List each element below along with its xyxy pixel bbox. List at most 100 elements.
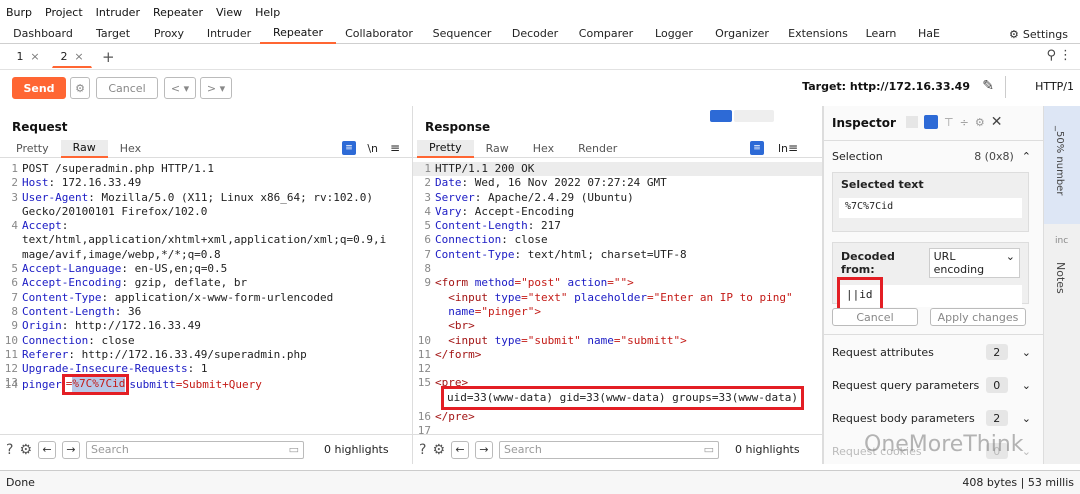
newline-toggle[interactable]: \n <box>367 142 378 155</box>
tab-raw[interactable]: Raw <box>474 140 521 158</box>
ln-toggle[interactable]: ln <box>778 142 788 155</box>
header-value: Gecko/20100101 Firefox/102.0 <box>22 204 208 218</box>
edit-target-pencil-icon[interactable]: ✎ <box>982 78 994 94</box>
tab-learn[interactable]: Learn <box>856 24 906 44</box>
header-name: Connection <box>22 333 89 347</box>
section-request-attributes[interactable]: Request attributes 2 ⌄ <box>832 344 1031 360</box>
help-icon[interactable]: ? <box>6 442 13 458</box>
request-body[interactable]: 14 pinger = %7C%7Cid submitt =Submit+Query <box>0 374 412 395</box>
apply-changes-button[interactable]: Apply changes <box>930 308 1026 326</box>
menu-intruder[interactable]: Intruder <box>96 6 140 19</box>
tab-hae[interactable]: HaE <box>906 24 952 44</box>
repeater-tab-bar: 1 × 2 × + ⚲ ⋮ <box>0 44 1080 70</box>
decoding-select[interactable]: URL encoding ⌄ <box>928 248 1020 278</box>
tab-hex[interactable]: Hex <box>108 140 153 158</box>
tab-raw[interactable]: Raw <box>60 139 108 158</box>
chevron-up-icon[interactable]: ⌃ <box>1022 150 1031 163</box>
cancel-button[interactable]: Cancel <box>832 308 918 326</box>
settings-button[interactable]: ⚙ Settings <box>1009 24 1068 44</box>
wrap-toggle-icon[interactable]: ≡ <box>342 141 356 155</box>
layout-icon[interactable] <box>906 116 918 128</box>
close-icon[interactable]: × <box>30 50 39 63</box>
repeater-tab-2[interactable]: 2 × <box>52 46 92 68</box>
tab-target[interactable]: Target <box>86 24 140 44</box>
section-label: Request body parameters <box>832 411 975 425</box>
layout-stacked-icon[interactable] <box>734 110 774 122</box>
line-number: 3 <box>424 190 431 204</box>
align-top-icon[interactable]: ⊤ <box>944 116 954 129</box>
search-icon[interactable]: ⚲ <box>1046 48 1056 63</box>
send-options-gear-icon[interactable]: ⚙ <box>70 77 90 99</box>
menu-icon[interactable]: ≡ <box>788 141 798 155</box>
search-settings-gear-icon[interactable]: ⚙ <box>432 442 445 458</box>
request-search-bar: ? ⚙ ← → Search ▭ 0 highlights <box>0 434 412 464</box>
sidebar-notes-tab[interactable]: Notes <box>1054 262 1067 294</box>
code-line: text/html,application/xhtml+xml,applicat… <box>0 233 412 247</box>
header-name: Accept-Encoding <box>22 276 122 290</box>
align-middle-icon[interactable]: ÷ <box>960 116 969 129</box>
next-match-button[interactable]: → <box>62 440 80 459</box>
menu-help[interactable]: Help <box>255 6 280 19</box>
menu-burp[interactable]: Burp <box>6 6 32 19</box>
tab-dashboard[interactable]: Dashboard <box>0 24 86 44</box>
tab-render[interactable]: Render <box>566 140 629 158</box>
selected-text-value[interactable]: %7C%7Cid <box>839 198 1022 218</box>
tab-sequencer[interactable]: Sequencer <box>422 24 502 44</box>
search-input[interactable]: Search ▭ <box>86 440 304 459</box>
add-tab-icon[interactable]: + <box>102 48 115 66</box>
close-icon[interactable]: ✕ <box>991 114 1003 130</box>
tab-logger[interactable]: Logger <box>644 24 704 44</box>
command-output-highlight[interactable]: uid=33(www-data) gid=33(www-data) groups… <box>441 385 804 411</box>
highlighted-payload[interactable]: = %7C%7Cid <box>61 374 130 395</box>
tab-decoder[interactable]: Decoder <box>502 24 568 44</box>
layout-toggle[interactable] <box>710 110 774 122</box>
tab-extensions[interactable]: Extensions <box>780 24 856 44</box>
next-match-button[interactable]: → <box>475 440 493 459</box>
menu-icon[interactable]: ≡ <box>390 141 400 155</box>
header-name: Content-Type <box>22 290 102 304</box>
search-settings-gear-icon[interactable]: ⚙ <box>19 442 32 458</box>
send-button[interactable]: Send <box>12 77 66 99</box>
menu-repeater[interactable]: Repeater <box>153 6 203 19</box>
more-icon[interactable]: ⋮ <box>1059 48 1072 63</box>
layout-active-icon[interactable] <box>924 115 938 129</box>
line-number: 1 <box>424 162 431 175</box>
cancel-button[interactable]: Cancel <box>96 77 158 99</box>
tab-comparer[interactable]: Comparer <box>568 24 644 44</box>
history-back-button[interactable]: < ▾ <box>164 77 196 99</box>
tab-organizer[interactable]: Organizer <box>704 24 780 44</box>
tab-proxy[interactable]: Proxy <box>140 24 198 44</box>
clear-search-icon[interactable]: ▭ <box>704 443 714 456</box>
watermark: OneMoreThink <box>864 432 1024 457</box>
response-editor[interactable]: 1 HTTP/1.1 200 OK 2 Date: Wed, 16 Nov 2022 … <box>413 162 822 439</box>
request-editor[interactable]: 1 POST /superadmin.php HTTP/1.1 2 Host: 172… <box>0 162 412 391</box>
tab-repeater[interactable]: Repeater <box>260 24 336 44</box>
search-input[interactable]: Search ▭ <box>499 440 719 459</box>
header-value: : Wed, 16 Nov 2022 07:27:24 GMT <box>461 176 667 190</box>
sidebar-number-tab[interactable]: _50% number <box>1054 126 1065 195</box>
clear-search-icon[interactable]: ▭ <box>289 443 299 456</box>
section-request-query-parameters[interactable]: Request query parameters 0 ⌄ <box>832 377 1031 393</box>
layout-side-by-side-icon[interactable] <box>710 110 732 122</box>
tab-pretty[interactable]: Pretty <box>4 140 61 158</box>
search-placeholder: Search <box>91 443 129 456</box>
html-attr-value: ="submitt"> <box>613 333 687 347</box>
selection-row[interactable]: Selection 8 (0x8) ⌃ <box>832 150 1031 163</box>
wrap-toggle-icon[interactable]: ≡ <box>750 141 764 155</box>
repeater-tab-1[interactable]: 1 × <box>8 46 48 68</box>
menu-view[interactable]: View <box>216 6 242 19</box>
tab-collaborator[interactable]: Collaborator <box>336 24 422 44</box>
decoded-value-field[interactable]: ||id <box>837 277 1022 313</box>
close-icon[interactable]: × <box>74 50 83 63</box>
tab-intruder[interactable]: Intruder <box>198 24 260 44</box>
previous-match-button[interactable]: ← <box>38 440 56 459</box>
menu-project[interactable]: Project <box>45 6 83 19</box>
section-request-body-parameters[interactable]: Request body parameters 2 ⌄ <box>832 410 1031 426</box>
tab-pretty[interactable]: Pretty <box>417 139 474 158</box>
previous-match-button[interactable]: ← <box>451 440 469 459</box>
help-icon[interactable]: ? <box>419 442 426 458</box>
http-version-toggle[interactable]: HTTP/1 <box>1035 80 1074 93</box>
tab-hex[interactable]: Hex <box>521 140 566 158</box>
history-forward-button[interactable]: > ▾ <box>200 77 232 99</box>
settings-gear-icon[interactable]: ⚙ <box>975 116 985 129</box>
